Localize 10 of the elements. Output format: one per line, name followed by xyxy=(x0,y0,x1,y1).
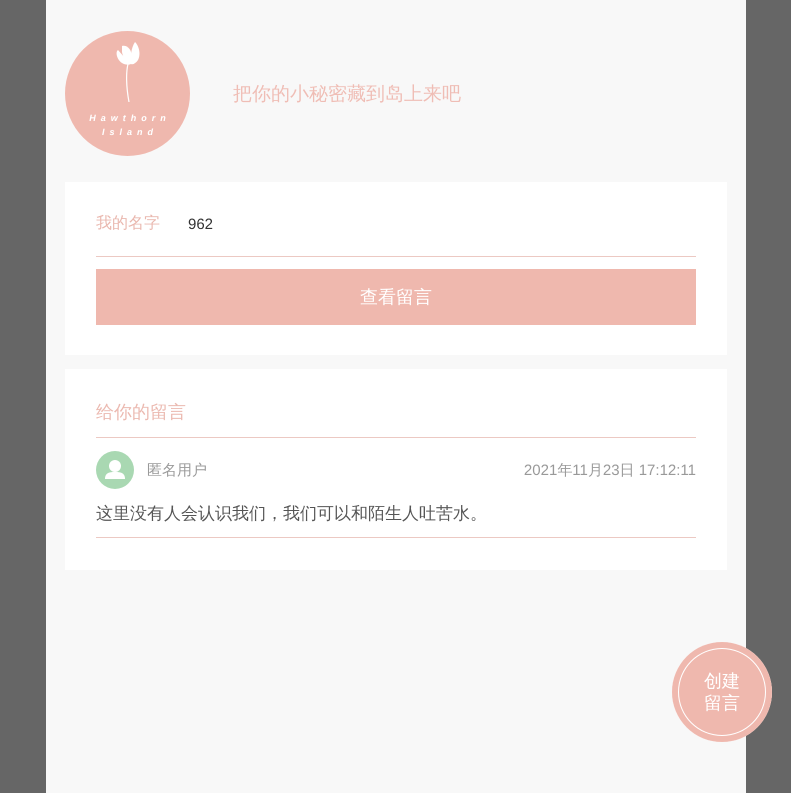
avatar-icon xyxy=(96,451,134,489)
message-time: 2021年11月23日 17:12:11 xyxy=(524,460,696,480)
view-messages-button[interactable]: 查看留言 xyxy=(96,269,696,325)
name-label: 我的名字 xyxy=(96,214,160,234)
tagline: 把你的小秘密藏到岛上来吧 xyxy=(233,82,461,106)
messages-title: 给你的留言 xyxy=(96,397,696,438)
logo-text: Hawthorn Island xyxy=(88,112,171,139)
author-name: 匿名用户 xyxy=(147,460,207,480)
message-text: 这里没有人会认识我们，我们可以和陌生人吐苦水。 xyxy=(96,503,488,525)
name-input[interactable]: 962 xyxy=(188,210,696,238)
